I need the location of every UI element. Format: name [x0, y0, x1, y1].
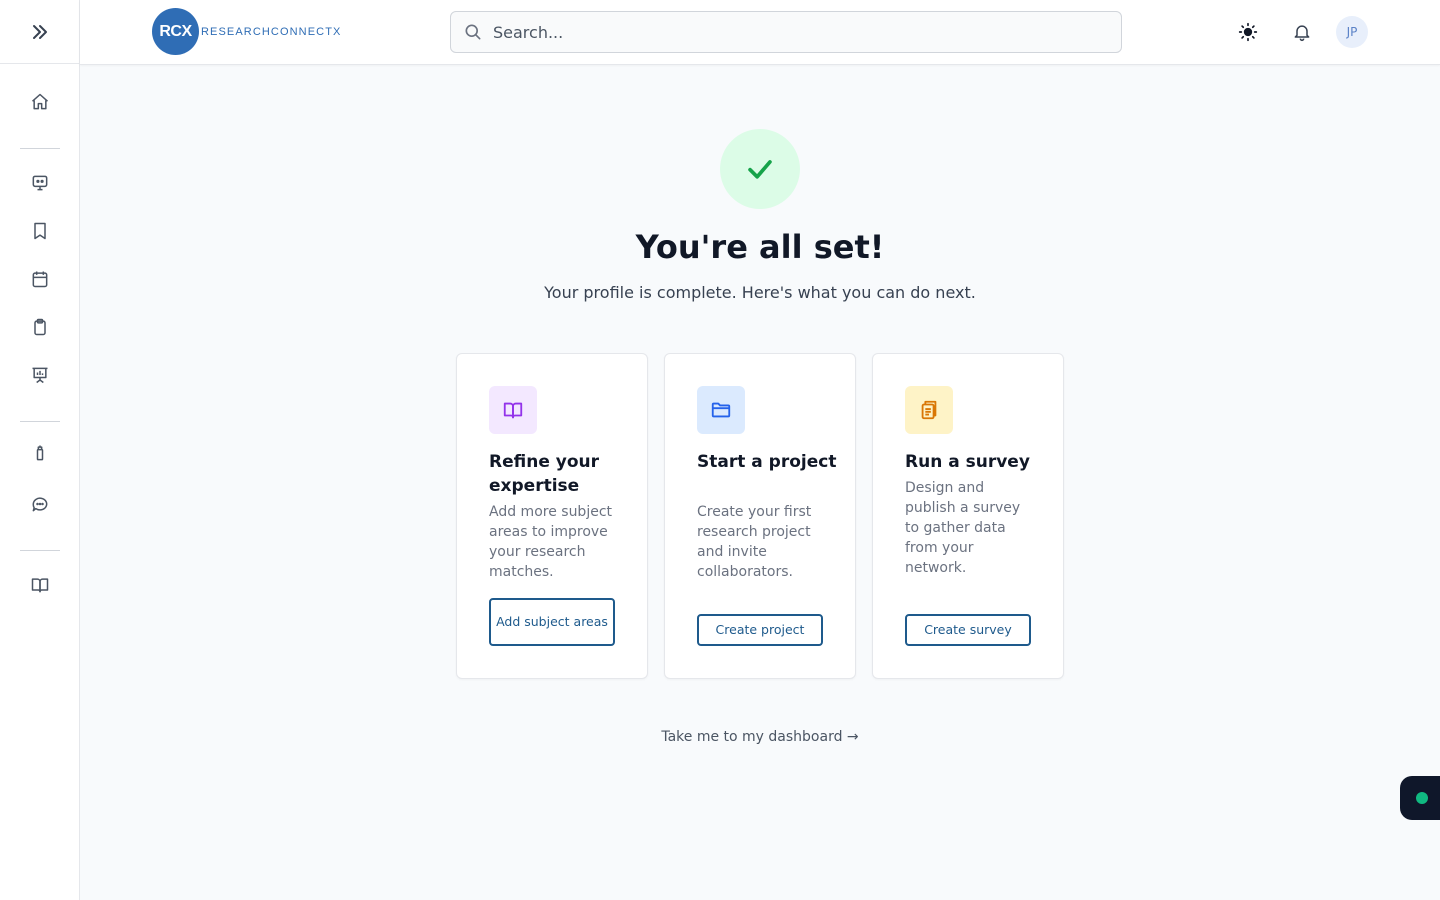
next-step-card: Start a project Create your first resear… [664, 353, 856, 679]
sidebar-item-messages[interactable] [28, 492, 52, 516]
logo-mark: RCX [152, 8, 199, 55]
card-icon-container [697, 386, 745, 434]
status-widget-button[interactable] [1400, 776, 1440, 820]
chevrons-right-icon [32, 24, 47, 39]
next-step-card: Run a survey Design and publish a survey… [872, 353, 1064, 679]
next-step-card: Refine your expertise Add more subject a… [456, 353, 648, 679]
dashboard-link[interactable]: Take me to my dashboard → [80, 729, 1440, 745]
theme-toggle-button[interactable] [1236, 20, 1260, 44]
sidebar-item-surveys[interactable] [28, 315, 52, 339]
book-open-icon [31, 578, 49, 593]
sidebar-item-calendar[interactable] [28, 267, 52, 291]
sidebar-item-guides[interactable] [28, 573, 52, 597]
card-description: Add more subject areas to improve your r… [489, 504, 613, 580]
search-icon [465, 24, 481, 40]
page-subtitle: Your profile is complete. Here's what yo… [544, 283, 976, 302]
page-title: You're all set! [635, 228, 885, 266]
sidebar-item-bookmarks[interactable] [28, 219, 52, 243]
card-icon-container [905, 386, 953, 434]
avatar[interactable]: JP [1336, 16, 1368, 48]
search-input[interactable] [493, 22, 1093, 42]
create-survey-button[interactable]: Create survey [905, 614, 1031, 646]
sidebar-divider [20, 421, 60, 422]
expand-sidebar-button[interactable] [0, 0, 79, 64]
bookmark-icon [34, 222, 46, 240]
clipboard-icon [34, 318, 46, 336]
check-icon [748, 160, 772, 179]
sidebar-item-presentations[interactable] [28, 363, 52, 387]
book-open-icon [503, 402, 523, 419]
sidebar-item-home[interactable] [28, 90, 52, 114]
clipboard-list-icon [921, 400, 937, 420]
search-bar[interactable] [450, 11, 1122, 53]
sidebar-item-resources[interactable] [28, 441, 52, 465]
card-icon-container [489, 386, 537, 434]
bottle-icon [36, 445, 44, 461]
add-subject-areas-button[interactable]: Add subject areas [489, 598, 615, 646]
message-circle-icon [32, 497, 48, 512]
logo-wordmark: RESEARCHCONNECTX [201, 25, 342, 38]
home-icon [32, 93, 48, 110]
sidebar-divider [20, 550, 60, 551]
sidebar-item-consultations[interactable] [28, 171, 52, 195]
card-description: Design and publish a survey to gather da… [905, 480, 1021, 576]
logo[interactable]: RCX RESEARCHCONNECTX [152, 8, 341, 55]
sidebar-divider [20, 148, 60, 149]
card-title: Refine your expertise [489, 452, 600, 496]
card-title: Run a survey [905, 452, 1030, 472]
sidebar [0, 0, 80, 900]
chat-monitor-icon [32, 175, 48, 191]
sun-icon [1238, 22, 1258, 42]
create-project-button[interactable]: Create project [697, 614, 823, 646]
folder-icon [711, 402, 731, 418]
calendar-icon [32, 271, 48, 288]
notifications-button[interactable] [1290, 20, 1314, 44]
success-badge [720, 129, 800, 209]
top-header: RCX RESEARCHCONNECTX JP [80, 0, 1440, 65]
bell-icon [1294, 25, 1310, 42]
card-description: Create your first research project and i… [697, 504, 812, 580]
status-dot [1416, 792, 1428, 804]
card-title: Start a project [697, 452, 837, 472]
presentation-chart-icon [32, 367, 48, 384]
